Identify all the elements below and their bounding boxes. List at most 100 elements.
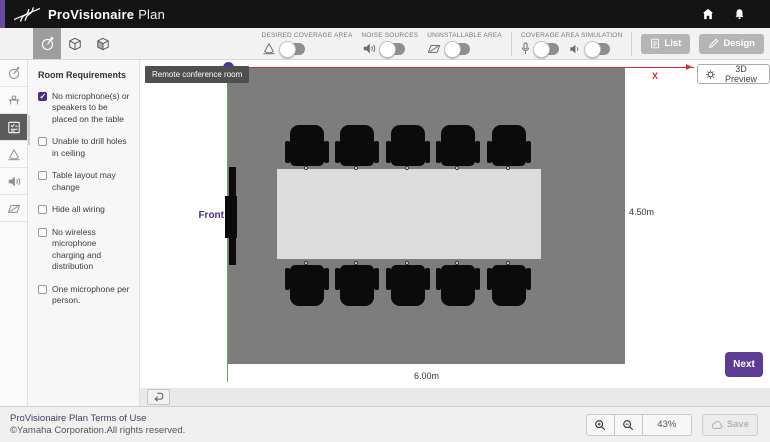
sidebar-item-room[interactable] <box>0 60 27 87</box>
tab-room-plan[interactable] <box>33 28 61 59</box>
sidebar-item-noise-sources[interactable] <box>0 168 27 195</box>
zoom-in-button[interactable] <box>586 414 615 436</box>
3d-preview-button[interactable]: 3D Preview <box>697 64 770 84</box>
simulation-mic-switch[interactable] <box>534 43 559 55</box>
checkbox[interactable] <box>38 285 47 294</box>
copyright-text: ©Yamaha Corporation.All rights reserved. <box>10 425 185 436</box>
simulation-speaker-switch[interactable] <box>585 43 610 55</box>
toolbar-divider <box>511 32 512 56</box>
chair[interactable] <box>290 125 324 166</box>
list-button[interactable]: List <box>641 34 690 54</box>
status-bar: ProVisionaire Plan Terms of Use ©Yamaha … <box>0 406 770 442</box>
save-button-label: Save <box>727 419 749 430</box>
seat-position-dot <box>354 166 358 170</box>
bell-icon[interactable] <box>733 8 746 21</box>
list-button-label: List <box>664 38 681 49</box>
chair[interactable] <box>391 125 425 166</box>
home-icon[interactable] <box>701 8 714 21</box>
zoom-level-indicator: 43% <box>642 414 692 436</box>
requirement-no-mics-on-table[interactable]: No microphone(s) or speakers to be place… <box>38 91 131 125</box>
cube-shaded-icon <box>96 37 110 51</box>
3d-preview-icon <box>705 69 716 80</box>
seat-position-dot <box>304 261 308 265</box>
desired-coverage-area-switch[interactable] <box>280 43 305 55</box>
room-name-badge: Remote conference room <box>145 66 249 83</box>
undo-button[interactable] <box>147 389 170 405</box>
sidebar-item-room-requirements[interactable] <box>0 114 27 141</box>
toolbar: DESIRED COVERAGE AREA NOISE SOURCES UNIN… <box>0 28 770 60</box>
chair[interactable] <box>340 265 374 306</box>
undo-icon <box>153 392 164 402</box>
zoom-out-button[interactable] <box>614 414 643 436</box>
seat-position-dot <box>405 261 409 265</box>
zoom-out-icon <box>622 419 634 431</box>
sidebar-item-coverage-area[interactable] <box>0 141 27 168</box>
requirement-one-mic-per-person[interactable]: One microphone per person. <box>38 284 131 307</box>
zoom-in-icon <box>594 419 606 431</box>
toolbar-divider <box>631 32 632 56</box>
toggle-label: UNINSTALLABLE AREA <box>427 32 502 39</box>
noise-source-icon <box>7 175 21 188</box>
sphere-pin-icon <box>40 36 55 51</box>
speaker-icon <box>569 43 581 55</box>
panel-title: Room Requirements <box>38 70 131 80</box>
requirement-label: Table layout may change <box>52 170 131 193</box>
app-header: ProVisionairePlan <box>0 0 770 28</box>
checkbox[interactable] <box>38 92 47 101</box>
canvas-bottom-strip <box>140 388 770 406</box>
tab-cube-wire[interactable] <box>61 28 89 59</box>
terms-of-use-link[interactable]: ProVisionaire Plan Terms of Use <box>10 413 185 424</box>
checkbox[interactable] <box>38 205 47 214</box>
noise-source-icon <box>362 42 376 55</box>
chair[interactable] <box>441 265 475 306</box>
checklist-icon <box>7 121 21 134</box>
coverage-area-icon <box>262 42 276 55</box>
requirement-no-drill-holes[interactable]: Unable to drill holes in ceiling <box>38 136 131 159</box>
noise-sources-switch[interactable] <box>380 43 405 55</box>
requirement-label: One microphone per person. <box>52 284 131 307</box>
next-button[interactable]: Next <box>725 352 763 377</box>
design-button[interactable]: Design <box>699 34 764 54</box>
save-button[interactable]: Save <box>702 414 758 436</box>
checkbox[interactable] <box>38 228 47 237</box>
chair[interactable] <box>340 125 374 166</box>
panel-collapse-handle[interactable] <box>28 115 30 145</box>
chair[interactable] <box>492 265 526 306</box>
chair[interactable] <box>441 125 475 166</box>
tuning-fork-logo-icon <box>12 6 42 22</box>
coverage-area-simulation-group: COVERAGE AREA SIMULATION <box>521 32 622 55</box>
sidebar-item-furniture[interactable] <box>0 87 27 114</box>
design-pencil-icon <box>708 38 719 49</box>
chair[interactable] <box>391 265 425 306</box>
requirement-label: No wireless microphone charging and dist… <box>52 227 131 273</box>
app-logo: ProVisionairePlan <box>0 6 165 22</box>
toggle-label: NOISE SOURCES <box>362 32 419 39</box>
seat-position-dot <box>304 166 308 170</box>
tab-cube-solid[interactable] <box>89 28 117 59</box>
checkbox[interactable] <box>38 171 47 180</box>
chair[interactable] <box>290 265 324 306</box>
room-depth-dimension: 4.50m <box>629 207 654 217</box>
requirement-hide-wiring[interactable]: Hide all wiring <box>38 204 131 215</box>
toggle-uninstallable-area: UNINSTALLABLE AREA <box>427 32 502 55</box>
room-width-dimension: 6.00m <box>228 371 625 381</box>
list-icon <box>650 38 660 49</box>
checkbox[interactable] <box>38 137 47 146</box>
toggle-noise-sources: NOISE SOURCES <box>362 32 419 55</box>
sidebar-item-uninstallable-area[interactable] <box>0 195 27 222</box>
seat-position-dot <box>354 261 358 265</box>
room-canvas[interactable]: X Remote conference room 3D Preview Fron… <box>140 60 770 406</box>
toggle-label: DESIRED COVERAGE AREA <box>262 32 353 39</box>
room-requirements-panel: Room Requirements No microphone(s) or sp… <box>28 60 140 406</box>
seat-position-dot <box>506 166 510 170</box>
requirement-no-wireless-charging[interactable]: No wireless microphone charging and dist… <box>38 227 131 273</box>
chair[interactable] <box>492 125 526 166</box>
requirement-table-layout-change[interactable]: Table layout may change <box>38 170 131 193</box>
requirement-label: Hide all wiring <box>52 204 105 215</box>
tool-sidebar <box>0 60 28 406</box>
x-axis <box>228 67 694 68</box>
coverage-area-icon <box>7 148 21 161</box>
uninstallable-area-switch[interactable] <box>445 43 470 55</box>
design-button-label: Design <box>723 38 755 49</box>
conference-table[interactable] <box>277 169 541 259</box>
